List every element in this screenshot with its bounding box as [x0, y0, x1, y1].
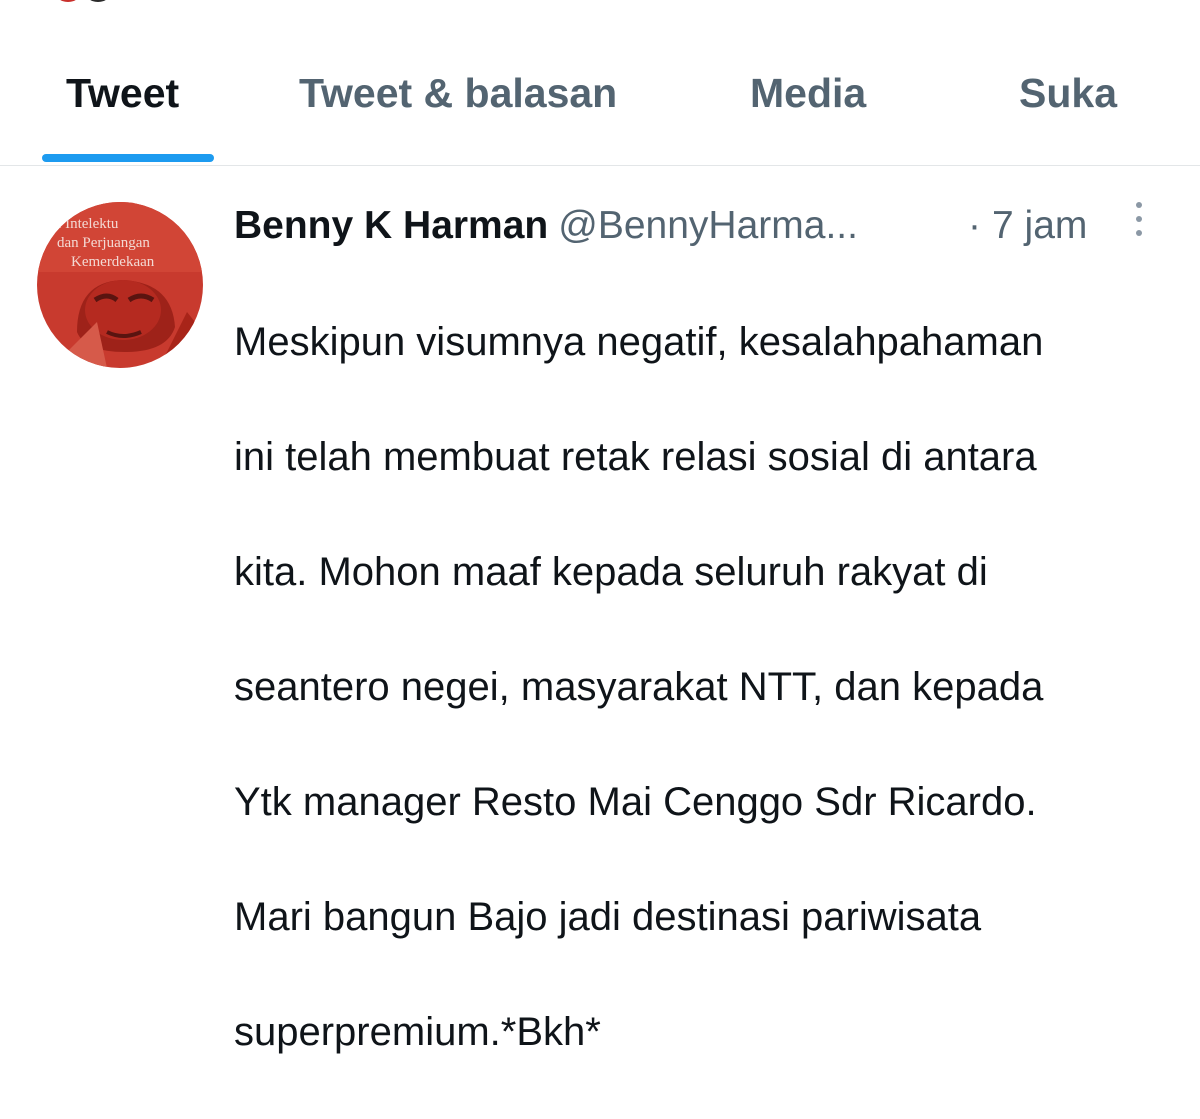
tab-media[interactable]: Media	[750, 68, 866, 118]
tweet-timestamp[interactable]: 7 jam	[992, 198, 1087, 254]
tab-tweet[interactable]: Tweet	[66, 68, 179, 118]
tab-likes[interactable]: Suka	[1019, 68, 1117, 118]
avatar[interactable]: am Intelektu dan Perjuangan Kemerdekaan	[37, 202, 203, 368]
avatar-text-line-3: Kemerdekaan	[71, 254, 155, 270]
tweet-text-line: Mari bangun Bajo jadi destinasi pariwisa…	[234, 894, 982, 939]
active-tab-indicator	[42, 154, 214, 162]
avatar-text-line-2: dan Perjuangan	[57, 235, 150, 251]
tweet-text-line: Meskipun visumnya negatif, kesalahpahama…	[234, 319, 1044, 364]
profile-tabs: Tweet Tweet & balasan Media Suka	[0, 0, 1200, 166]
author-handle[interactable]: @BennyHarma...	[558, 204, 858, 247]
tweet-text-line: ini telah membuat retak relasi sosial di…	[234, 434, 1037, 479]
tweet-text: Meskipun visumnya negatif, kesalahpahama…	[234, 256, 1174, 1119]
tweet-header: Benny K Harman @BennyHarma... · 7 jam	[234, 198, 1174, 254]
avatar-image: am Intelektu dan Perjuangan Kemerdekaan	[37, 202, 203, 368]
tweet[interactable]: am Intelektu dan Perjuangan Kemerdekaan …	[0, 166, 1200, 1054]
header-separator: ·	[968, 204, 981, 247]
tab-tweet-replies[interactable]: Tweet & balasan	[299, 68, 617, 118]
more-vertical-icon[interactable]	[1128, 202, 1150, 242]
tweet-text-line: Ytk manager Resto Mai Cenggo Sdr Ricardo…	[234, 779, 1037, 824]
author-name[interactable]: Benny K Harman	[234, 204, 548, 247]
tweet-text-line: superpremium.*Bkh*	[234, 1009, 601, 1054]
tweet-text-line: seantero negei, masyarakat NTT, dan kepa…	[234, 664, 1044, 709]
avatar-text-line-1: am Intelektu	[43, 216, 119, 232]
tweet-text-line: kita. Mohon maaf kepada seluruh rakyat d…	[234, 549, 988, 594]
